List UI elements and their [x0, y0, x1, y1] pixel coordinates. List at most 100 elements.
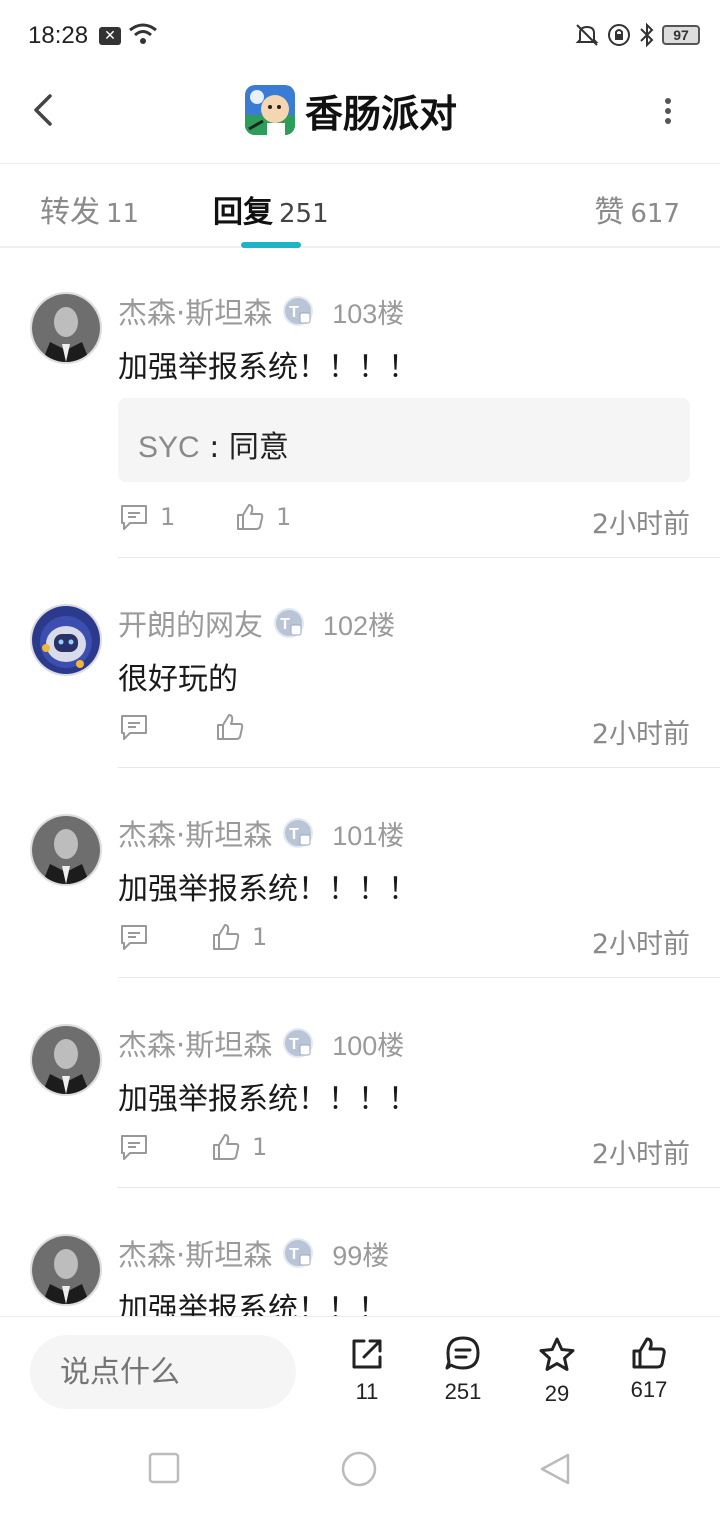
wifi-icon — [129, 23, 157, 44]
comment-text: 加强举报系统！！！！ — [118, 1082, 418, 1117]
comment-time: 2小时前 — [591, 719, 690, 750]
comment-bubble-icon — [121, 925, 147, 950]
like-count: 1 — [252, 923, 268, 951]
level-badge-icon: T — [274, 608, 305, 638]
comment-icon — [445, 1336, 480, 1370]
home-icon[interactable] — [340, 1450, 378, 1488]
floor-number: 101楼 — [332, 820, 405, 851]
tab-like[interactable]: 赞 617 — [594, 187, 680, 231]
like-post-count: 617 — [630, 1377, 668, 1402]
thumbs-up-icon — [217, 714, 244, 740]
comment-actions: 1 2小时前 — [118, 922, 690, 962]
reply-button[interactable] — [118, 922, 160, 952]
comment-actions: 1 2小时前 — [118, 1132, 690, 1172]
comment-button[interactable]: 251 — [428, 1335, 498, 1405]
username[interactable]: 杰森·斯坦森 — [118, 1022, 272, 1064]
username[interactable]: 杰森·斯坦森 — [118, 1232, 272, 1274]
comment-bubble-icon — [121, 1135, 147, 1160]
active-tab-indicator — [241, 242, 301, 248]
star-count: 29 — [544, 1381, 570, 1406]
username[interactable]: 杰森·斯坦森 — [118, 290, 272, 332]
more-options-icon[interactable] — [658, 96, 678, 126]
status-bar: 18:28 ✕ 97 — [0, 0, 720, 74]
tab-reply-label: 回复 — [213, 195, 273, 230]
svg-text:T: T — [289, 1246, 299, 1263]
comment-text: 加强举报系统！！！！ — [118, 350, 418, 385]
level-badge-icon: T — [283, 1028, 314, 1058]
svg-text:T: T — [289, 826, 299, 843]
reply-count: 1 — [160, 503, 176, 531]
rotation-lock-icon — [608, 24, 630, 46]
bluetooth-icon — [640, 22, 654, 48]
avatar[interactable] — [30, 1024, 102, 1096]
comment-header: 杰森·斯坦森 T 100楼 — [118, 1022, 404, 1064]
quote-author: SYC — [138, 431, 200, 464]
comment-header: 杰森·斯坦森 T 99楼 — [118, 1232, 389, 1274]
floor-number: 102楼 — [323, 610, 396, 641]
share-icon — [352, 1339, 382, 1369]
battery-indicator: 97 — [662, 25, 700, 45]
tab-forward-count: 11 — [106, 199, 140, 229]
avatar[interactable] — [30, 292, 102, 364]
recent-apps-icon[interactable] — [148, 1452, 180, 1484]
comment-count: 251 — [444, 1379, 482, 1404]
like-count: 1 — [252, 1133, 268, 1161]
tab-reply-count: 251 — [279, 199, 329, 229]
share-button[interactable]: 11 — [332, 1335, 402, 1405]
tab-like-count: 617 — [630, 199, 680, 229]
divider — [118, 767, 720, 768]
app-title-group[interactable]: 香肠派对 — [245, 84, 457, 136]
comment-text: 很好玩的 — [118, 662, 238, 697]
status-right-icons: 97 — [574, 22, 700, 48]
comment-time: 2小时前 — [591, 509, 690, 540]
quoted-reply[interactable]: SYC : 同意 — [118, 398, 690, 482]
level-badge-icon: T — [283, 818, 314, 848]
comment-time: 2小时前 — [591, 1139, 690, 1170]
tab-forward[interactable]: 转发 11 — [40, 187, 139, 231]
mute-bell-icon — [575, 24, 599, 46]
username[interactable]: 杰森·斯坦森 — [118, 812, 272, 854]
reply-button[interactable]: 1 — [118, 502, 175, 532]
tab-forward-label: 转发 — [40, 195, 100, 230]
floor-number: 103楼 — [332, 298, 405, 329]
comment-actions: 1 1 2小时前 — [118, 502, 690, 542]
app-bar: 香肠派对 — [0, 74, 720, 164]
avatar[interactable] — [30, 1234, 102, 1306]
level-badge-icon: T — [283, 1238, 314, 1268]
comment-input[interactable] — [30, 1335, 296, 1409]
username[interactable]: 开朗的网友 — [118, 602, 263, 644]
svg-text:T: T — [289, 1036, 299, 1053]
back-arrow-icon[interactable] — [24, 90, 64, 130]
tab-reply[interactable]: 回复 251 — [213, 187, 329, 231]
comment-header: 开朗的网友 T 102楼 — [118, 602, 395, 644]
like-button[interactable]: 1 — [210, 1132, 267, 1162]
tab-bar: 转发 11 回复 251 赞 617 — [0, 165, 720, 248]
reply-button[interactable] — [118, 712, 160, 742]
comment-header: 杰森·斯坦森 T 101楼 — [118, 812, 404, 854]
quote-text: 同意 — [228, 430, 289, 465]
game-avatar-icon — [245, 85, 295, 135]
like-button[interactable]: 1 — [234, 502, 291, 532]
svg-text:T: T — [289, 304, 299, 321]
like-button[interactable]: 1 — [210, 922, 267, 952]
comment-actions: 2小时前 — [118, 712, 690, 752]
svg-text:T: T — [280, 616, 290, 633]
star-icon — [539, 1337, 575, 1371]
divider — [118, 1187, 720, 1188]
page-title: 香肠派对 — [305, 91, 458, 136]
like-post-button[interactable]: 617 — [614, 1335, 684, 1403]
thumbs-up-icon — [213, 1134, 240, 1160]
reply-button[interactable] — [118, 1132, 160, 1162]
comment-bubble-icon — [121, 715, 147, 740]
avatar[interactable] — [30, 604, 102, 676]
comment-header: 杰森·斯坦森 T 103楼 — [118, 290, 404, 332]
thumbs-up-icon — [237, 504, 264, 530]
divider — [118, 977, 720, 978]
comment-time: 2小时前 — [591, 929, 690, 960]
thumbs-up-icon — [213, 924, 240, 950]
like-button[interactable] — [214, 712, 256, 742]
system-nav-bar — [0, 1426, 720, 1520]
favorite-button[interactable]: 29 — [522, 1335, 592, 1407]
back-nav-icon[interactable] — [538, 1452, 572, 1486]
avatar[interactable] — [30, 814, 102, 886]
